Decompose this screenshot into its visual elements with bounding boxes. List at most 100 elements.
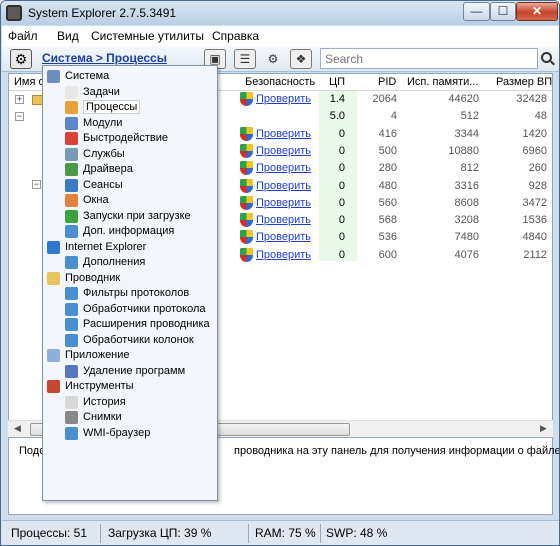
search-icon[interactable] xyxy=(541,52,552,63)
cpu-cell: 0 xyxy=(338,248,345,261)
status-ram: RAM: 75 % xyxy=(255,526,316,540)
processes-gears-icon[interactable]: ⚙ xyxy=(262,49,284,69)
col-pid-header[interactable]: PID xyxy=(378,76,396,88)
menu-item-label: Инструменты xyxy=(65,380,134,392)
pid-cell: 560 xyxy=(378,196,397,209)
menu-file[interactable]: Файл xyxy=(8,29,38,43)
title-bar[interactable]: System Explorer 2.7.5.3491 — ☐ ✕ xyxy=(1,1,559,25)
tasks-icon xyxy=(65,85,78,99)
menu-item-label: Драйвера xyxy=(83,163,133,175)
startup-arrow-icon xyxy=(65,209,78,223)
status-separator xyxy=(248,524,249,543)
status-cpu-load: Загрузка ЦП: 39 % xyxy=(108,526,212,540)
menu-item-label: Система xyxy=(65,70,110,82)
menu-item-label: Задачи xyxy=(83,85,120,98)
tree-view-icon[interactable]: ☰ xyxy=(234,49,256,69)
status-processes: Процессы: 51 xyxy=(11,526,88,540)
verify-link[interactable]: Проверить xyxy=(256,231,311,243)
col-name-header[interactable]: Имя о xyxy=(14,76,45,88)
menu-item-label: Снимки xyxy=(83,411,122,423)
menu-item-label: Internet Explorer xyxy=(65,240,147,253)
menu-item-label: Запуски при загрузке xyxy=(83,209,191,222)
mem-cell: 3316 xyxy=(454,179,479,192)
mem-cell: 8608 xyxy=(454,196,479,209)
verify-link[interactable]: Проверить xyxy=(256,93,311,105)
menu-help[interactable]: Справка xyxy=(212,29,259,43)
app-window: System Explorer 2.7.5.3491 — ☐ ✕ Файл Ви… xyxy=(0,0,560,546)
cpu-cell: 0 xyxy=(338,127,345,140)
menu-view[interactable]: Вид xyxy=(57,29,79,43)
cpu-cell: 0 xyxy=(338,179,345,192)
breadcrumb[interactable]: Система > Процессы xyxy=(42,51,167,65)
cpu-cell: 0 xyxy=(338,214,345,227)
menu-item-label: Удаление программ xyxy=(83,364,186,377)
menu-item-label: Расширения проводника xyxy=(83,318,210,330)
verify-link[interactable]: Проверить xyxy=(256,214,311,226)
vm-cell: 260 xyxy=(528,162,547,175)
internet-explorer-icon xyxy=(47,240,60,254)
menu-item-label: WMI-браузер xyxy=(83,426,151,439)
col-cpu-header[interactable]: ЦП xyxy=(329,76,345,88)
protocol-filters-icon xyxy=(65,287,78,300)
navigation-dropdown-menu: Система Задачи Процессы Модули Быстродействи… xyxy=(42,65,218,501)
mem-cell: 3208 xyxy=(454,214,479,227)
col-security-header[interactable]: Безопасность xyxy=(245,76,315,88)
menu-item-label: Фильтры протоколов xyxy=(83,287,190,299)
pid-cell: 500 xyxy=(378,144,397,157)
menu-item-label: Быстродействие xyxy=(83,132,168,144)
minimize-button[interactable]: — xyxy=(463,2,490,21)
menu-item-label: Службы xyxy=(83,147,125,160)
menu-item-label: Окна xyxy=(83,194,109,206)
performance-icon xyxy=(65,132,78,145)
mem-cell: 812 xyxy=(460,162,479,175)
vm-cell: 928 xyxy=(528,179,547,192)
verify-link[interactable]: Проверить xyxy=(256,162,311,174)
mem-cell: 7480 xyxy=(454,231,479,244)
verify-link[interactable]: Проверить xyxy=(256,180,311,192)
pid-cell: 600 xyxy=(378,248,397,261)
mem-cell: 3344 xyxy=(454,127,479,140)
shield-icon xyxy=(240,143,253,158)
vm-cell: 48 xyxy=(534,110,547,123)
maximize-button[interactable]: ☐ xyxy=(490,2,516,21)
cpu-cell: 0 xyxy=(338,144,345,157)
application-icon xyxy=(47,349,60,362)
settings-gear-icon[interactable]: ⚙ xyxy=(10,49,32,69)
mem-cell: 44620 xyxy=(448,93,479,105)
drivers-icon xyxy=(65,163,78,176)
pid-cell: 4 xyxy=(390,110,397,123)
menu-item-label: Процессы xyxy=(83,100,141,114)
toolbox-icon xyxy=(47,380,60,393)
menu-item-label: Сеансы xyxy=(83,178,123,191)
cpu-cell: 0 xyxy=(338,196,345,209)
windows-logo-icon[interactable]: ❖ xyxy=(290,49,312,69)
menu-item-label: Доп. информация xyxy=(83,225,175,237)
col-mem-header[interactable]: Исп. памяти... xyxy=(407,76,478,88)
sessions-icon xyxy=(65,178,78,192)
status-swap: SWP: 48 % xyxy=(326,526,388,540)
vm-cell: 32428 xyxy=(516,93,547,105)
shield-icon xyxy=(240,213,253,228)
col-vm-header[interactable]: Размер ВП xyxy=(496,76,552,88)
processes-gear-icon xyxy=(65,101,78,114)
verify-link[interactable]: Проверить xyxy=(256,128,311,140)
verify-link[interactable]: Проверить xyxy=(256,249,311,261)
verify-link[interactable]: Проверить xyxy=(256,145,311,157)
windows-logo-icon xyxy=(65,194,78,207)
vm-cell: 4840 xyxy=(522,231,547,244)
scroll-left-icon[interactable]: ◀ xyxy=(14,423,21,434)
folder-icon xyxy=(47,271,60,285)
verify-link[interactable]: Проверить xyxy=(256,197,311,209)
search-input[interactable] xyxy=(320,48,538,69)
app-icon xyxy=(6,5,22,21)
pid-cell: 280 xyxy=(378,162,397,175)
cpu-cell: 1.4 xyxy=(329,93,345,105)
close-button[interactable]: ✕ xyxy=(516,2,558,21)
mem-cell: 10880 xyxy=(448,144,479,157)
services-icon xyxy=(65,147,78,161)
scroll-right-icon[interactable]: ▶ xyxy=(540,423,547,434)
shield-icon xyxy=(240,195,253,210)
mem-cell: 512 xyxy=(460,110,479,123)
menu-system-utilities[interactable]: Системные утилиты xyxy=(91,29,204,43)
cpu-cell: 0 xyxy=(338,231,345,244)
